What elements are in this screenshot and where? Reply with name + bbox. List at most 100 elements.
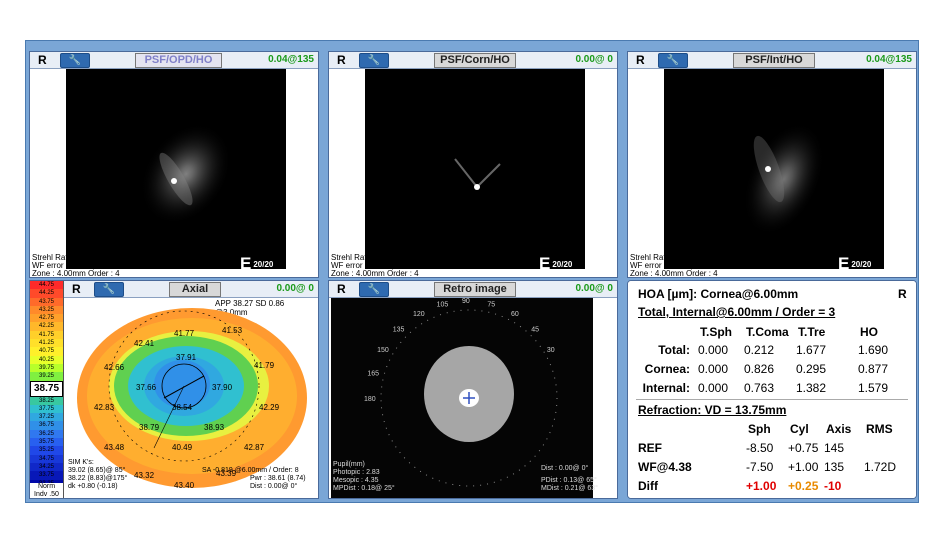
refraction-cell: 135 xyxy=(824,460,845,474)
axial-map-panel[interactable]: 44.75 44.25 43.75 43.25 42.75 42.25 41.75 41.25… xyxy=(29,280,319,499)
refraction-cell: +0.75 xyxy=(788,441,819,455)
acuity-value: 20/20 xyxy=(253,260,274,270)
dist-value: Dist : 0.00@ 0° xyxy=(250,483,298,490)
panel-header: R 🔧 Axial 0.00@ 0 xyxy=(64,281,318,298)
map-value-label: 43.32 xyxy=(134,471,155,480)
color-scale-step: 44.25 xyxy=(30,289,63,298)
pupil-label: Pupil(mm) xyxy=(333,461,365,468)
hoa-cell: 0.000 xyxy=(698,362,729,376)
pdist-value: PDist : 0.13@ 65° xyxy=(541,477,597,484)
simk-steep: 39.02 (8.65)@ 85° xyxy=(68,467,126,474)
psf-pattern xyxy=(140,123,232,225)
refraction-row-label: WF@4.38 xyxy=(638,460,692,474)
psf-image xyxy=(365,69,585,269)
photopic-value: Photopic : 2.83 xyxy=(333,469,380,476)
eye-label: R xyxy=(72,282,81,296)
refraction-cell: 145 xyxy=(824,441,845,455)
map-value-label: 41.79 xyxy=(254,361,275,370)
color-scale-bar: 44.75 44.25 43.75 43.25 42.75 42.25 41.75 41.25… xyxy=(30,281,64,498)
hoa-cell: 1.579 xyxy=(858,381,889,395)
refraction-col-header: Sph xyxy=(748,422,771,436)
acuity-e: E 20/20 xyxy=(838,254,872,273)
panel-header: R 🔧 PSF/Corn/HO 0.00@ 0 xyxy=(329,52,617,69)
acuity-value: 20/20 xyxy=(851,260,872,270)
refraction-cell: 1.72D xyxy=(864,460,897,474)
divider xyxy=(636,399,908,400)
wrench-icon[interactable]: 🔧 xyxy=(60,53,90,68)
wrench-icon[interactable]: 🔧 xyxy=(658,53,688,68)
angle-tick-label: 30 xyxy=(547,347,555,354)
eye-label: R xyxy=(337,53,346,67)
panel-value: 0.00@ 0 xyxy=(575,283,613,294)
hoa-row-label: Total: xyxy=(658,343,690,357)
panel-title[interactable]: PSF/Corn/HO xyxy=(434,53,516,68)
zone-order: Zone : 4.00mm Order : 4 xyxy=(331,269,419,278)
color-scale-step: 33.75 xyxy=(30,471,63,480)
hoa-cell: 0.826 xyxy=(744,362,775,376)
eye-label: R xyxy=(636,53,645,67)
map-value-label: 43.48 xyxy=(104,443,125,452)
main-frame: R 🔧 PSF/OPD/HO 0.04@135 Strehl Ratio : 0… xyxy=(25,40,919,503)
hoa-subtitle: Total, Internal@6.00mm / Order = 3 xyxy=(638,305,836,319)
color-scale-step: 44.75 xyxy=(30,281,63,290)
sa-value: SA -0.819 @6.00mm / Order: 8 xyxy=(202,467,299,474)
panel-title[interactable]: Retro image xyxy=(434,282,516,297)
hoa-panel: HOA [µm]: Cornea@6.00mm R Total, Interna… xyxy=(627,280,917,499)
refraction-cell: -10 xyxy=(824,479,842,493)
mdist-value: MDist : 0.21@ 63° xyxy=(541,485,598,492)
refraction-cell: -8.50 xyxy=(746,441,774,455)
hoa-cell: 1.382 xyxy=(796,381,827,395)
color-scale-step: 41.25 xyxy=(30,339,63,348)
hoa-row-label: Internal: xyxy=(642,381,690,395)
map-value-label: 38.93 xyxy=(204,423,225,432)
map-value-label: 41.53 xyxy=(222,326,243,335)
psf-opd-ho-panel[interactable]: R 🔧 PSF/OPD/HO 0.04@135 Strehl Ratio : 0… xyxy=(29,51,319,278)
panel-title[interactable]: PSF/OPD/HO xyxy=(135,53,222,68)
map-value-label: 37.91 xyxy=(176,353,197,362)
panel-value: 0.00@ 0 xyxy=(276,283,314,294)
map-value-label: 41.77 xyxy=(174,329,195,338)
wrench-icon[interactable]: 🔧 xyxy=(359,53,389,68)
color-scale-step: 42.75 xyxy=(30,314,63,323)
color-scale-step: 40.75 xyxy=(30,347,63,356)
hoa-cell: 0.000 xyxy=(698,343,729,357)
color-scale-step: 39.75 xyxy=(30,363,63,373)
hoa-col-header: T.Tre xyxy=(798,325,826,339)
map-value-label: 37.66 xyxy=(136,383,157,392)
hoa-col-header: HO xyxy=(860,325,878,339)
color-scale-step: 37.75 xyxy=(30,404,63,414)
color-scale-step: 36.25 xyxy=(30,429,63,439)
hoa-cell: 0.877 xyxy=(858,362,889,376)
angle-tick-label: 105 xyxy=(437,301,449,308)
hoa-col-header: T.Coma xyxy=(746,325,789,339)
retro-dist: Dist : 0.00@ 0° xyxy=(541,465,589,472)
wrench-icon[interactable]: 🔧 xyxy=(359,282,389,297)
hoa-col-header: T.Sph xyxy=(700,325,732,339)
psf-image xyxy=(664,69,884,269)
simk-flat: 38.22 (8.83)@175° xyxy=(68,475,128,482)
eye-label: R xyxy=(38,53,47,67)
pwr-value: Pwr : 38.61 (8.74) xyxy=(250,475,306,482)
wrench-icon[interactable]: 🔧 xyxy=(94,282,124,297)
norm-label: Norm xyxy=(30,483,63,490)
hoa-content: HOA [µm]: Cornea@6.00mm R Total, Interna… xyxy=(628,281,916,498)
mpdist-value: MPDist : 0.18@ 25° xyxy=(333,485,395,492)
eye-label: R xyxy=(337,282,346,296)
simk-label: SIM K's: xyxy=(68,459,94,466)
panel-title[interactable]: Axial xyxy=(169,282,221,297)
color-scale-step: 43.75 xyxy=(30,297,63,306)
psf-int-ho-panel[interactable]: R 🔧 PSF/Int/HO 0.04@135 Strehl Ratio : 0… xyxy=(627,51,917,278)
color-scale-step: 35.75 xyxy=(30,438,63,447)
psf-pattern xyxy=(454,158,501,190)
panel-header: R 🔧 Retro image 0.00@ 0 xyxy=(329,281,617,298)
map-value-label: 38.54 xyxy=(172,403,193,412)
psf-corn-ho-panel[interactable]: R 🔧 PSF/Corn/HO 0.00@ 0 Strehl Ratio : 0… xyxy=(328,51,618,278)
retro-image-panel[interactable]: R 🔧 Retro image 0.00@ 0 180 165 150 135 120 1… xyxy=(328,280,618,499)
map-value-label: 40.49 xyxy=(172,443,193,452)
angle-tick-label: 120 xyxy=(413,311,425,318)
panel-title[interactable]: PSF/Int/HO xyxy=(733,53,815,68)
panel-value: 0.04@135 xyxy=(268,54,314,65)
color-scale-step: 36.75 xyxy=(30,421,63,430)
acuity-e: E 20/20 xyxy=(240,254,274,273)
refraction-cell: +1.00 xyxy=(746,479,777,493)
